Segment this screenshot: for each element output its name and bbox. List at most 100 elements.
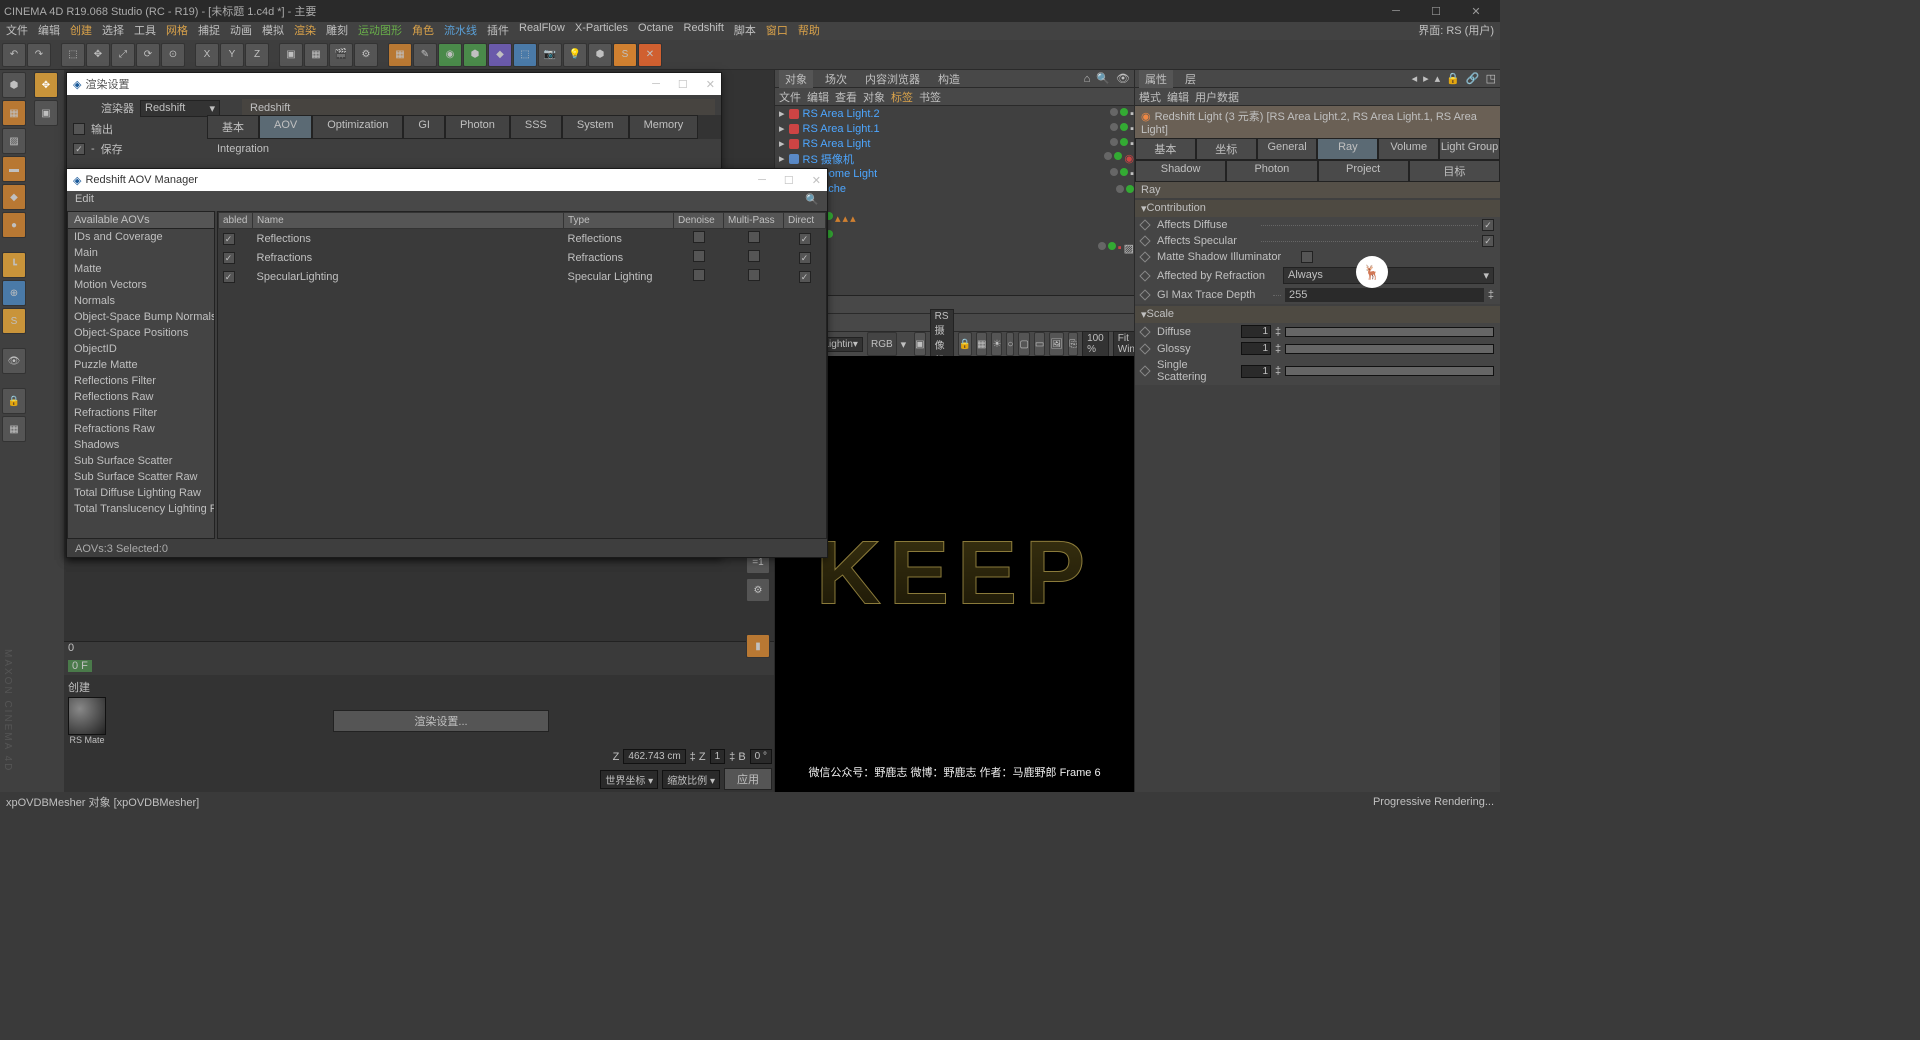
undo-icon[interactable]: ↶: [2, 43, 26, 67]
axis-y-icon[interactable]: Y: [220, 43, 244, 67]
rs-tab[interactable]: Optimization: [312, 115, 403, 139]
menu-item[interactable]: RealFlow: [519, 22, 565, 40]
snap-icon[interactable]: ⊕: [2, 280, 26, 306]
checkbox[interactable]: [73, 123, 85, 135]
new-icon[interactable]: ◳: [1486, 72, 1496, 85]
aov-available-item[interactable]: Normals: [68, 293, 214, 309]
scale-tool-icon[interactable]: ⤢: [111, 43, 135, 67]
attr-select[interactable]: Always▾: [1283, 267, 1494, 284]
rs-tab[interactable]: Photon: [445, 115, 510, 139]
spline-icon[interactable]: ✎: [413, 43, 437, 67]
lock-icon[interactable]: 🔒: [1446, 72, 1460, 85]
rv-sun-icon[interactable]: ☀: [991, 332, 1002, 356]
menu-item[interactable]: 帮助: [798, 22, 820, 40]
workplane-icon[interactable]: S: [2, 308, 26, 334]
aov-available-item[interactable]: Reflections Filter: [68, 373, 214, 389]
render-settings-icon[interactable]: ⚙: [354, 43, 378, 67]
checkbox[interactable]: [693, 269, 705, 281]
attr-tab[interactable]: General: [1257, 138, 1318, 160]
aov-available-item[interactable]: Total Translucency Lighting Raw: [68, 501, 214, 517]
attr-tab[interactable]: Photon: [1226, 160, 1317, 182]
checkbox[interactable]: ✓: [1482, 235, 1494, 247]
rv-image-icon[interactable]: 🖼: [1049, 332, 1064, 356]
keyframe-icon[interactable]: [1139, 343, 1150, 354]
tool-icon[interactable]: ✕: [638, 43, 662, 67]
slider[interactable]: [1285, 344, 1494, 354]
checkbox[interactable]: [1301, 251, 1313, 263]
lock-icon[interactable]: 🔒: [2, 388, 26, 414]
aov-table[interactable]: abled Name Type Denoise Multi-Pass Direc…: [217, 211, 827, 539]
menu-item[interactable]: 插件: [487, 22, 509, 40]
rs-tab[interactable]: GI: [403, 115, 445, 139]
rs-tab[interactable]: SSS: [510, 115, 562, 139]
keyframe-icon[interactable]: [1139, 251, 1150, 262]
material-tab[interactable]: 创建: [68, 679, 90, 695]
rs-tab[interactable]: System: [562, 115, 629, 139]
attr-group-contribution[interactable]: ▾ Contribution: [1135, 200, 1500, 217]
viewport-panel-icon[interactable]: ▮: [746, 634, 770, 658]
move-tool-icon[interactable]: ✥: [86, 43, 110, 67]
rv-zoom[interactable]: 100 %: [1082, 331, 1109, 357]
aov-menu-edit[interactable]: Edit: [75, 193, 94, 209]
aov-available-item[interactable]: Object-Space Positions: [68, 325, 214, 341]
obj-menu[interactable]: 文件: [779, 89, 801, 105]
menu-item[interactable]: Octane: [638, 22, 673, 40]
layout-label[interactable]: 界面: RS (用户): [1418, 22, 1494, 40]
menu-item[interactable]: 选择: [102, 22, 124, 40]
col-name[interactable]: Name: [253, 213, 564, 229]
obj-menu[interactable]: 书签: [919, 89, 941, 105]
obj-item[interactable]: RS Area Light: [803, 138, 1107, 150]
select-tool-icon[interactable]: ⬚: [61, 43, 85, 67]
checkbox[interactable]: ✓: [799, 271, 811, 283]
menu-item[interactable]: 动画: [230, 22, 252, 40]
menu-item[interactable]: 流水线: [444, 22, 477, 40]
checkbox[interactable]: ✓: [73, 143, 85, 155]
rv-rgb-icon[interactable]: RGB: [867, 332, 897, 356]
attr-group-scale[interactable]: ▾ Scale: [1135, 306, 1500, 323]
rv-lock-icon[interactable]: 🔒: [958, 332, 972, 356]
tag-icon[interactable]: ▪: [1118, 242, 1122, 255]
aov-row[interactable]: ✓RefractionsRefractions✓: [219, 248, 826, 267]
menu-item[interactable]: 工具: [134, 22, 156, 40]
aov-available-item[interactable]: Sub Surface Scatter Raw: [68, 469, 214, 485]
grid-icon[interactable]: ▦: [2, 416, 26, 442]
menu-item[interactable]: 角色: [412, 22, 434, 40]
rv-aspect-icon[interactable]: ▭: [1034, 332, 1045, 356]
coord-z[interactable]: 462.743 cm: [623, 749, 685, 764]
rs-left-item[interactable]: 保存: [101, 141, 123, 157]
search-icon[interactable]: 🔍: [1096, 72, 1110, 85]
aov-available-item[interactable]: Refractions Filter: [68, 405, 214, 421]
tab-objects[interactable]: 对象: [779, 70, 813, 88]
aov-row[interactable]: ✓ReflectionsReflections✓: [219, 229, 826, 249]
axis-z-icon[interactable]: Z: [245, 43, 269, 67]
checkbox[interactable]: ✓: [223, 233, 235, 245]
menu-item[interactable]: 创建: [70, 22, 92, 40]
render-settings-button[interactable]: 渲染设置...: [333, 710, 549, 732]
move-icon[interactable]: ✥: [34, 72, 58, 98]
viewport-gear-icon[interactable]: ⚙: [746, 578, 770, 602]
aov-available-item[interactable]: ObjectID: [68, 341, 214, 357]
texture-mode-icon[interactable]: ▨: [2, 128, 26, 154]
attr-tab-active[interactable]: Ray: [1317, 138, 1378, 160]
attr-menu[interactable]: 编辑: [1167, 89, 1189, 105]
obj-item[interactable]: RS Dome Light: [803, 168, 1107, 180]
checkbox[interactable]: [748, 250, 760, 262]
dialog-close-icon[interactable]: ✕: [706, 78, 715, 91]
menu-item[interactable]: 渲染: [294, 22, 316, 40]
obj-item[interactable]: RS Area Light.2: [803, 108, 1107, 120]
obj-menu[interactable]: 编辑: [807, 89, 829, 105]
coord-b[interactable]: 0 °: [750, 749, 772, 764]
aov-available-item[interactable]: Refractions Raw: [68, 421, 214, 437]
attr-number[interactable]: 1: [1241, 365, 1271, 378]
aov-available-list[interactable]: Available AOVs IDs and CoverageMainMatte…: [67, 211, 215, 539]
axis-icon[interactable]: ┗: [2, 252, 26, 278]
chevron-down-icon[interactable]: ▾: [901, 338, 907, 351]
generator2-icon[interactable]: ⬢: [463, 43, 487, 67]
poly-mode-icon[interactable]: ◆: [2, 184, 26, 210]
aov-available-item[interactable]: Motion Vectors: [68, 277, 214, 293]
checkbox[interactable]: ✓: [799, 233, 811, 245]
current-frame[interactable]: 0 F: [68, 660, 92, 672]
keyframe-icon[interactable]: [1139, 365, 1150, 376]
checkbox[interactable]: ✓: [223, 271, 235, 283]
obj-item[interactable]: RS 摄像机: [803, 151, 1101, 167]
